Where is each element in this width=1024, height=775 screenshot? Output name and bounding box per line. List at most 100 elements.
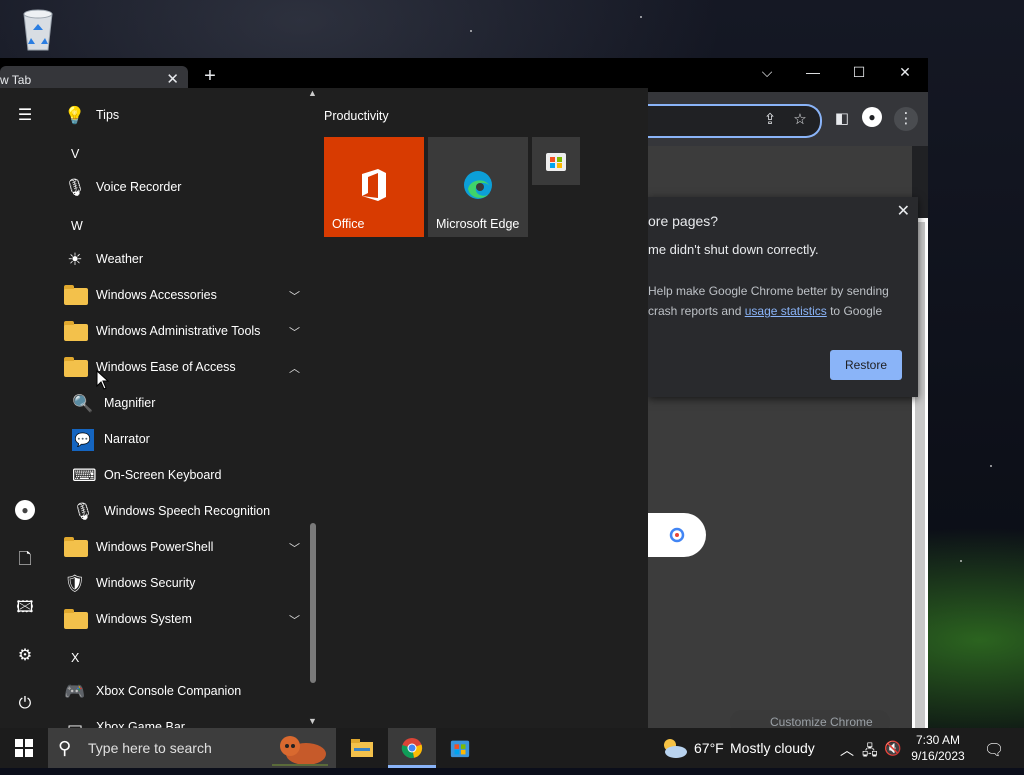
tile-office[interactable]: Office [324, 137, 424, 237]
dialog-heading: ore pages? [648, 213, 719, 229]
app-label: Windows Administrative Tools [96, 324, 261, 338]
search-highlight-panda-icon [272, 736, 328, 766]
power-icon[interactable]: ⏻ [13, 692, 37, 716]
volume-muted-icon[interactable]: 🔇 [884, 740, 901, 757]
close-window-icon[interactable]: ✕ [882, 58, 928, 86]
chevron-up-icon[interactable]: ︿ [840, 740, 854, 760]
search-placeholder: Type here to search [88, 740, 212, 756]
close-tab-icon[interactable]: ✕ [166, 70, 179, 88]
app-label: Windows Ease of Access [96, 360, 236, 374]
minimize-icon[interactable]: — [790, 58, 836, 86]
file-explorer-icon[interactable] [338, 728, 386, 768]
app-windows-security[interactable]: 🛡 Windows Security [50, 566, 306, 602]
weather-widget[interactable]: 67°F Mostly cloudy [660, 728, 830, 768]
app-tips[interactable]: 💡 Tips [50, 98, 306, 134]
letter-header-w[interactable]: W [50, 208, 306, 244]
folder-windows-administrative-tools[interactable]: Windows Administrative Tools ﹀ [50, 314, 306, 350]
hamburger-menu-icon[interactable]: ☰ [13, 104, 37, 128]
letter-header-x[interactable]: X [50, 640, 306, 676]
taskbar-search[interactable]: ⚲ Type here to search [48, 728, 336, 768]
app-label: On-Screen Keyboard [104, 468, 222, 482]
dialog-paragraph: Help make Google Chrome better by sendin… [648, 281, 898, 321]
usage-statistics-link[interactable]: usage statistics [745, 304, 827, 318]
app-label: Magnifier [104, 396, 156, 410]
gamebar-icon: ▭ [66, 718, 84, 728]
sun-icon: ☀ [67, 250, 83, 269]
app-list-scrollbar[interactable]: ▲ ▼ [306, 88, 320, 728]
network-icon[interactable]: 🖧 [862, 740, 878, 764]
app-xbox-game-bar[interactable]: ▭ Xbox Game Bar [50, 710, 306, 728]
microphone-icon: 🎙 [64, 178, 86, 197]
magnifier-icon: 🔍 [72, 394, 94, 413]
folder-icon [64, 609, 88, 629]
tab-bar: w Tab ✕ + ⌵ — ☐ ✕ [0, 58, 928, 92]
address-bar[interactable]: ⇪ ☆ [648, 104, 822, 138]
tab-title: w Tab [0, 73, 32, 87]
scroll-down-icon[interactable]: ▼ [308, 716, 317, 726]
recycle-bin-icon[interactable] [16, 6, 60, 52]
settings-gear-icon[interactable]: ⚙ [13, 644, 37, 668]
maximize-icon[interactable]: ☐ [836, 58, 882, 86]
tile-label: Microsoft Edge [436, 217, 520, 231]
app-label: Xbox Game Bar [96, 720, 185, 728]
chevron-down-icon: ﹀ [289, 327, 300, 339]
app-label: Windows PowerShell [96, 540, 214, 554]
chrome-taskbar-icon[interactable] [388, 728, 436, 768]
star [990, 465, 992, 467]
windows-start-icon[interactable] [0, 728, 48, 768]
folder-icon [64, 357, 88, 377]
letter-header-v[interactable]: V [50, 136, 306, 172]
clock-time: 7:30 AM [915, 733, 961, 747]
weather-description: Mostly cloudy [730, 740, 815, 756]
tiles-area: Productivity Office Microsoft Edge [320, 88, 648, 728]
app-list: 💡 Tips V 🎙 Voice Recorder W ☀ Weather Wi… [50, 88, 306, 728]
scrollbar-thumb[interactable] [310, 523, 316, 683]
narrator-icon: 💬 [72, 429, 94, 451]
star [640, 16, 642, 18]
app-narrator[interactable]: 💬 Narrator [50, 422, 306, 458]
restore-button[interactable]: Restore [830, 350, 902, 380]
app-label: Voice Recorder [96, 180, 182, 194]
restore-pages-dialog: ✕ ore pages? me didn't shut down correct… [648, 197, 918, 397]
close-dialog-icon[interactable]: ✕ [897, 201, 910, 221]
keyboard-icon: ⌨ [72, 466, 97, 485]
clock[interactable]: 7:30 AM 9/16/2023 [906, 732, 970, 764]
xbox-icon: 🎮 [64, 682, 86, 701]
clock-date: 9/16/2023 [911, 749, 965, 763]
folder-windows-system[interactable]: Windows System ﹀ [50, 602, 306, 638]
app-label: Windows Accessories [96, 288, 217, 302]
chevron-down-icon: ﹀ [289, 615, 300, 627]
tab-search-icon[interactable]: ⌵ [744, 58, 790, 86]
documents-icon[interactable]: 🗋 [13, 548, 37, 572]
tile-microsoft-edge[interactable]: Microsoft Edge [428, 137, 528, 237]
bookmark-star-icon[interactable]: ☆ [788, 108, 812, 132]
notification-center-icon[interactable]: 🗨 [984, 740, 1004, 760]
tile-microsoft-store[interactable] [532, 137, 580, 185]
letter-label: X [71, 651, 80, 665]
new-tab-button[interactable]: + [200, 66, 220, 86]
app-voice-recorder[interactable]: 🎙 Voice Recorder [50, 170, 306, 206]
dialog-subheading: me didn't shut down correctly. [648, 242, 819, 257]
google-lens-icon[interactable] [648, 513, 706, 557]
scroll-up-icon[interactable]: ▲ [308, 88, 317, 98]
app-xbox-console-companion[interactable]: 🎮 Xbox Console Companion [50, 674, 306, 710]
app-magnifier[interactable]: 🔍 Magnifier [50, 386, 306, 422]
side-panel-icon[interactable]: ◧ [830, 107, 854, 131]
chevron-down-icon: ﹀ [289, 291, 300, 303]
app-windows-speech-recognition[interactable]: 🎙 Windows Speech Recognition [50, 494, 306, 530]
app-weather[interactable]: ☀ Weather [50, 242, 306, 278]
letter-label: V [71, 147, 80, 161]
menu-kebab-icon[interactable]: ⋮ [894, 107, 918, 131]
folder-windows-ease-of-access[interactable]: Windows Ease of Access ︿ [50, 350, 306, 386]
folder-windows-powershell[interactable]: Windows PowerShell ﹀ [50, 530, 306, 566]
folder-windows-accessories[interactable]: Windows Accessories ﹀ [50, 278, 306, 314]
app-label: Xbox Console Companion [96, 684, 242, 698]
tile-group-title[interactable]: Productivity [324, 109, 389, 123]
search-icon: ⚲ [58, 738, 72, 758]
store-taskbar-icon[interactable] [436, 728, 484, 768]
app-on-screen-keyboard[interactable]: ⌨ On-Screen Keyboard [50, 458, 306, 494]
user-account-icon[interactable]: ● [15, 500, 35, 520]
profile-avatar-icon[interactable]: ● [862, 107, 882, 127]
pictures-icon[interactable]: 🖾 [13, 596, 37, 620]
share-icon[interactable]: ⇪ [758, 108, 782, 132]
